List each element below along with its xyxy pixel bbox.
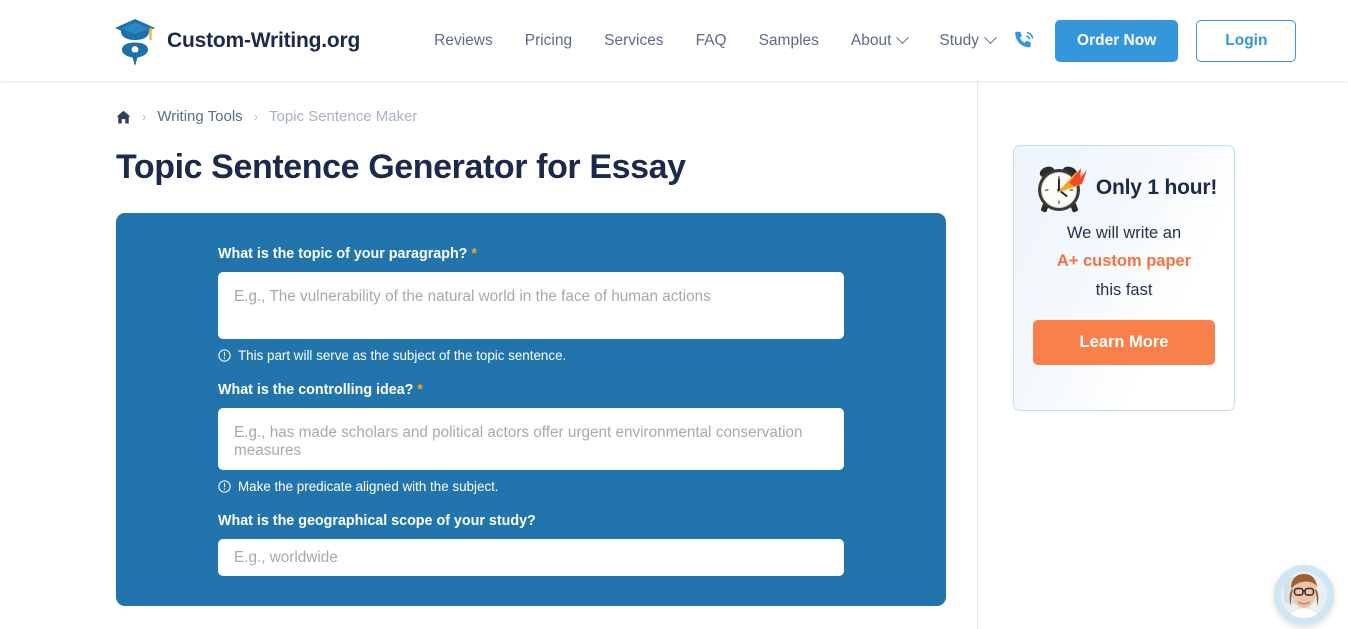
nav-item-services[interactable]: Services bbox=[588, 24, 679, 58]
nav-item-samples[interactable]: Samples bbox=[743, 24, 835, 58]
form-field-controlling-idea: What is the controlling idea? * Make the… bbox=[218, 382, 844, 494]
page-title: Topic Sentence Generator for Essay bbox=[116, 148, 686, 186]
info-circle-icon bbox=[218, 480, 231, 493]
field-label-geographical-scope: What is the geographical scope of your s… bbox=[218, 513, 844, 529]
alarm-clock-fire-icon bbox=[1031, 159, 1089, 217]
nav-item-pricing[interactable]: Pricing bbox=[509, 24, 588, 58]
breadcrumb-separator: › bbox=[253, 109, 258, 124]
nav-item-faq[interactable]: FAQ bbox=[680, 24, 743, 58]
sidebar: Only 1 hour! We will write an A+ custom … bbox=[978, 81, 1348, 629]
promo-line-1: We will write an bbox=[1066, 224, 1182, 242]
field-label-text: What is the topic of your paragraph? bbox=[218, 246, 468, 262]
field-hint-topic: This part will serve as the subject of t… bbox=[218, 348, 844, 363]
promo-line-2: this fast bbox=[1095, 280, 1153, 299]
field-label-controlling-idea: What is the controlling idea? * bbox=[218, 382, 844, 398]
nav-label: Samples bbox=[758, 31, 819, 49]
controlling-idea-input[interactable] bbox=[218, 408, 844, 470]
chevron-down-icon bbox=[984, 31, 997, 45]
field-label-text: What is the controlling idea? bbox=[218, 382, 414, 398]
main-column: › Writing Tools › Topic Sentence Maker T… bbox=[0, 81, 978, 629]
brand-logo-link[interactable]: Custom-Writing.org bbox=[112, 16, 360, 66]
form-field-topic: What is the topic of your paragraph? * T… bbox=[218, 246, 844, 363]
nav-item-study[interactable]: Study bbox=[923, 24, 1011, 58]
topic-sentence-form: What is the topic of your paragraph? * T… bbox=[116, 213, 946, 606]
promo-headline: Only 1 hour! bbox=[1095, 176, 1218, 199]
graduation-cap-pen-nib-logo bbox=[112, 16, 158, 66]
breadcrumb-separator: › bbox=[142, 109, 147, 124]
site-header: Custom-Writing.org Reviews Pricing Servi… bbox=[0, 0, 1348, 81]
field-hint-controlling-idea: Make the predicate aligned with the subj… bbox=[218, 479, 844, 494]
page-body: › Writing Tools › Topic Sentence Maker T… bbox=[0, 81, 1348, 629]
promo-header: Only 1 hour! bbox=[1014, 146, 1234, 217]
nav-label: Pricing bbox=[524, 31, 573, 49]
nav-label: Services bbox=[604, 31, 664, 49]
info-circle-icon bbox=[218, 349, 231, 362]
geographical-scope-input[interactable] bbox=[218, 539, 844, 576]
login-button[interactable]: Login bbox=[1196, 19, 1297, 62]
chevron-down-icon bbox=[896, 31, 910, 45]
field-hint-text: Make the predicate aligned with the subj… bbox=[238, 479, 499, 494]
field-hint-text: This part will serve as the subject of t… bbox=[238, 348, 567, 363]
required-marker: * bbox=[417, 382, 423, 398]
breadcrumb-item-writing-tools[interactable]: Writing Tools bbox=[157, 108, 242, 125]
required-marker: * bbox=[471, 246, 477, 262]
nav-label: Reviews bbox=[434, 31, 493, 49]
promo-card[interactable]: Only 1 hour! We will write an A+ custom … bbox=[1013, 145, 1235, 411]
nav-label: Study bbox=[939, 31, 980, 49]
learn-more-button[interactable]: Learn More bbox=[1033, 320, 1215, 366]
phone-call-icon[interactable] bbox=[1011, 28, 1037, 54]
header-actions: Order Now Login bbox=[1011, 19, 1297, 62]
breadcrumb-item-current: Topic Sentence Maker bbox=[269, 108, 418, 125]
field-label-topic: What is the topic of your paragraph? * bbox=[218, 246, 844, 262]
support-agent-avatar[interactable] bbox=[1274, 565, 1334, 625]
nav-label: About bbox=[850, 31, 892, 49]
nav-label: FAQ bbox=[695, 31, 727, 49]
nav-item-about[interactable]: About bbox=[835, 24, 924, 58]
promo-accent-text: A+ custom paper bbox=[1056, 252, 1192, 271]
field-label-text: What is the geographical scope of your s… bbox=[218, 513, 536, 529]
promo-body: We will write an A+ custom paper this fa… bbox=[1014, 219, 1234, 304]
brand-name: Custom-Writing.org bbox=[167, 28, 361, 52]
topic-input[interactable] bbox=[218, 272, 844, 339]
order-now-button[interactable]: Order Now bbox=[1055, 19, 1179, 62]
nav-item-reviews[interactable]: Reviews bbox=[418, 24, 509, 58]
home-icon[interactable] bbox=[116, 110, 131, 124]
breadcrumb: › Writing Tools › Topic Sentence Maker bbox=[116, 108, 977, 125]
form-field-geographical-scope: What is the geographical scope of your s… bbox=[218, 513, 844, 576]
main-navigation: Reviews Pricing Services FAQ Samples Abo… bbox=[418, 24, 1011, 58]
